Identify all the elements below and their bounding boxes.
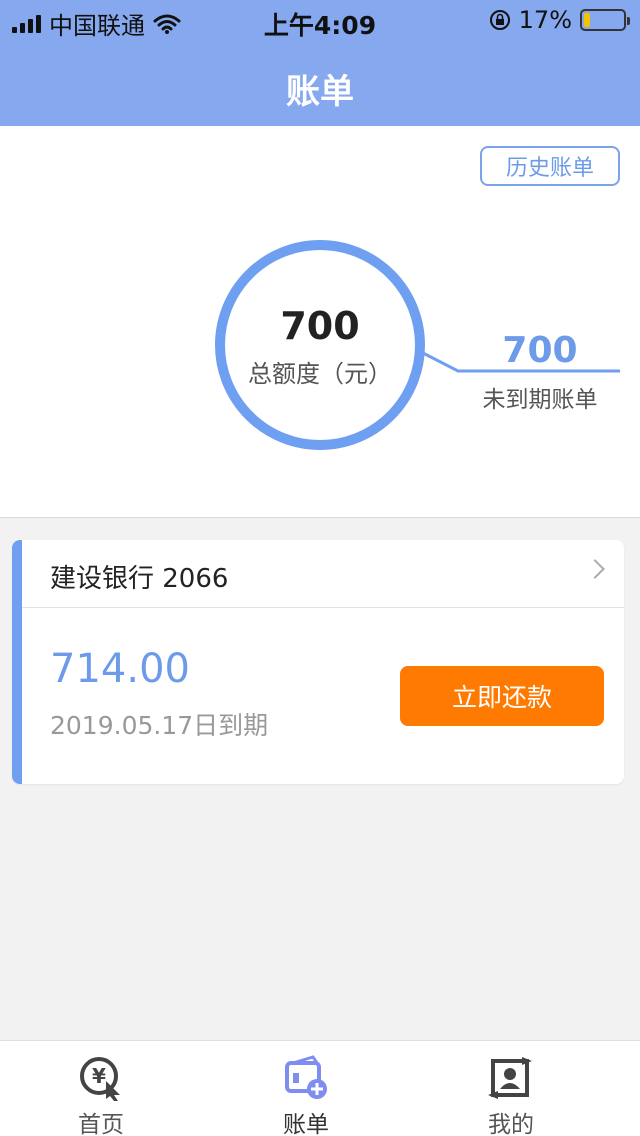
tab-mine[interactable]: 我的 [431, 1041, 591, 1136]
yuan-cursor-icon: ¥ [80, 1057, 120, 1101]
due-date: 2019.05.17日到期 [50, 711, 269, 740]
profile-frame-icon [488, 1057, 532, 1099]
bill-amount: 714.00 [50, 646, 190, 692]
tab-bar: ¥ 首页 账单 我的 [0, 1040, 640, 1136]
app-header: 中国联通 上午4:09 17% 账单 [0, 0, 640, 126]
chevron-right-icon [585, 559, 605, 579]
bank-name: 建设银行 2066 [50, 564, 229, 594]
bill-card-header[interactable]: 建设银行 2066 [22, 540, 624, 608]
status-right: 17% [489, 6, 630, 34]
battery-fill [584, 13, 591, 27]
tab-home-label: 首页 [78, 1112, 124, 1136]
tab-mine-label: 我的 [488, 1112, 534, 1136]
card-add-icon [285, 1055, 327, 1099]
tab-bills-label: 账单 [283, 1112, 329, 1136]
repay-now-button[interactable]: 立即还款 [400, 666, 604, 726]
battery-icon [580, 9, 630, 31]
tab-bills[interactable]: 账单 [226, 1041, 386, 1136]
pending-bill-label: 未到期账单 [482, 387, 598, 413]
rotation-lock-icon [489, 10, 510, 30]
svg-text:¥: ¥ [92, 1064, 106, 1088]
status-bar: 中国联通 上午4:09 17% [0, 0, 640, 42]
pending-bill-value: 700 [502, 330, 578, 371]
connector-line [422, 351, 620, 373]
tab-home[interactable]: ¥ 首页 [21, 1041, 181, 1136]
battery-percent: 17% [518, 6, 572, 34]
page-title: 账单 [286, 72, 354, 112]
credit-summary: 历史账单 700 总额度（元） 700 未到期账单 [0, 126, 640, 518]
card-accent-bar [12, 540, 22, 784]
bill-card: 建设银行 2066 714.00 2019.05.17日到期 立即还款 [12, 540, 624, 784]
